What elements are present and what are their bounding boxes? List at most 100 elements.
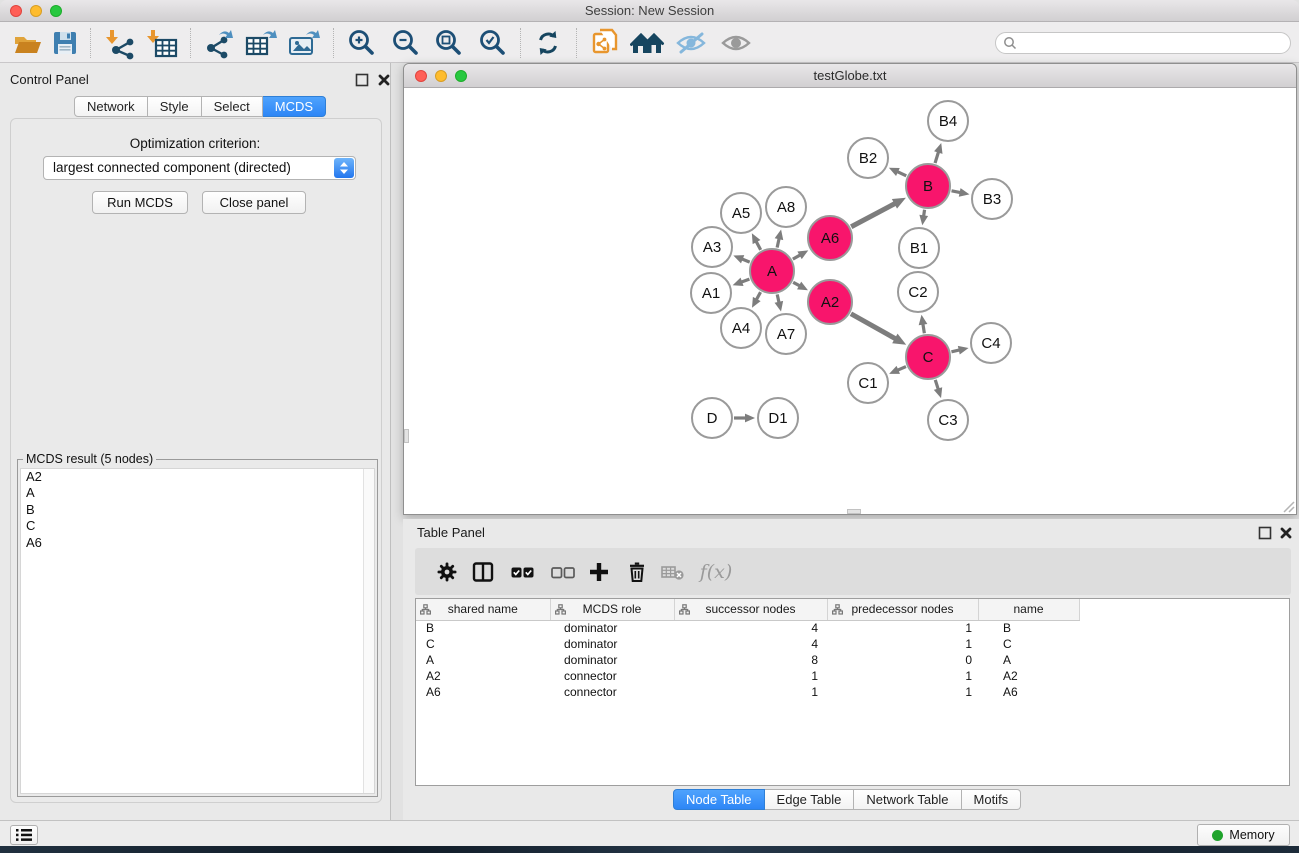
table-cell[interactable]: dominator — [550, 620, 674, 636]
function-builder-icon[interactable]: f(x) — [696, 559, 736, 585]
export-network-icon[interactable] — [200, 26, 236, 60]
mcds-result-list[interactable]: A2ABCA6 — [20, 468, 375, 794]
tab-network-table[interactable]: Network Table — [854, 789, 961, 810]
open-session-icon[interactable] — [8, 26, 44, 60]
table-cell[interactable]: connector — [550, 684, 674, 700]
search-input[interactable] — [1021, 35, 1290, 51]
graph-node-label: B4 — [939, 113, 957, 130]
tab-motifs[interactable]: Motifs — [962, 789, 1022, 810]
list-item[interactable]: C — [21, 518, 374, 534]
column-header-predecessor-nodes[interactable]: predecessor nodes — [827, 599, 978, 620]
float-table-panel-icon[interactable] — [1258, 526, 1273, 541]
left-splitter-handle[interactable] — [404, 429, 409, 443]
table-cell[interactable]: dominator — [550, 636, 674, 652]
run-mcds-button[interactable]: Run MCDS — [92, 191, 188, 214]
list-item[interactable]: B — [21, 502, 374, 518]
network-canvas[interactable]: B4B2BB3B1A5A8A6A3AA1A2A4A7C2C4CC1C3DD1 — [404, 88, 1296, 515]
table-cell[interactable]: A2 — [978, 668, 1079, 684]
column-header-successor-nodes[interactable]: successor nodes — [674, 599, 827, 620]
float-panel-icon[interactable] — [355, 73, 370, 88]
refresh-icon[interactable] — [530, 26, 566, 60]
list-item[interactable]: A2 — [21, 469, 374, 485]
table-cell[interactable]: 1 — [827, 668, 978, 684]
delete-table-icon[interactable] — [660, 559, 686, 585]
close-table-panel-icon[interactable] — [1279, 526, 1294, 541]
table-cell[interactable]: A2 — [416, 668, 550, 684]
zoom-fit-icon[interactable] — [430, 26, 466, 60]
show-eye-icon[interactable] — [718, 26, 754, 60]
table-cell[interactable]: A — [416, 652, 550, 668]
save-session-icon[interactable] — [47, 26, 83, 60]
table-row[interactable]: A6connector11A6 — [416, 684, 1289, 700]
table-cell[interactable]: B — [416, 620, 550, 636]
log-console-button[interactable] — [10, 825, 38, 845]
close-panel-icon[interactable] — [377, 73, 392, 88]
table-cell[interactable]: A6 — [416, 684, 550, 700]
table-cell[interactable]: 1 — [674, 668, 827, 684]
table-cell[interactable]: A6 — [978, 684, 1079, 700]
table-cell[interactable]: C — [416, 636, 550, 652]
zoom-selected-icon[interactable] — [474, 26, 510, 60]
table-cell[interactable]: dominator — [550, 652, 674, 668]
import-network-icon[interactable] — [103, 26, 139, 60]
table-cell[interactable]: 1 — [827, 684, 978, 700]
optimization-criterion-label: Optimization criterion: — [0, 136, 390, 151]
delete-column-icon[interactable] — [624, 559, 650, 585]
window-title: Session: New Session — [0, 3, 1299, 18]
zoom-in-icon[interactable] — [343, 26, 379, 60]
home-icon[interactable] — [630, 26, 666, 60]
list-scrollbar[interactable] — [363, 469, 374, 793]
table-cell[interactable]: 8 — [674, 652, 827, 668]
zoom-out-icon[interactable] — [387, 26, 423, 60]
close-panel-button[interactable]: Close panel — [202, 191, 306, 214]
graph-node-label: A3 — [703, 239, 721, 256]
tab-edge-table[interactable]: Edge Table — [765, 789, 855, 810]
tab-network[interactable]: Network — [74, 96, 148, 117]
tab-node-table[interactable]: Node Table — [673, 789, 765, 810]
tab-mcds[interactable]: MCDS — [263, 96, 326, 117]
new-network-from-selection-icon[interactable] — [587, 26, 623, 60]
table-cell[interactable]: connector — [550, 668, 674, 684]
add-column-icon[interactable] — [586, 559, 612, 585]
list-item[interactable]: A6 — [21, 535, 374, 551]
table-cell[interactable]: 4 — [674, 636, 827, 652]
column-header-MCDS-role[interactable]: MCDS role — [550, 599, 674, 620]
hide-eye-icon[interactable] — [673, 26, 709, 60]
table-row[interactable]: Bdominator41B — [416, 620, 1289, 636]
table-cell[interactable]: A — [978, 652, 1079, 668]
bottom-splitter-handle[interactable] — [847, 509, 861, 514]
export-table-icon[interactable] — [242, 26, 278, 60]
list-item[interactable]: A — [21, 485, 374, 501]
deselect-all-icon[interactable] — [550, 559, 576, 585]
table-cell[interactable]: 0 — [827, 652, 978, 668]
table-cell[interactable]: 1 — [827, 620, 978, 636]
table-row[interactable]: Adominator80A — [416, 652, 1289, 668]
select-stepper-icon — [334, 158, 354, 178]
table-cell[interactable]: 1 — [674, 684, 827, 700]
show-column-icon[interactable] — [470, 559, 496, 585]
optimization-criterion-select[interactable]: largest connected component (directed) — [43, 156, 356, 180]
table-cell[interactable]: B — [978, 620, 1079, 636]
table-cell-filler — [1079, 684, 1289, 700]
select-all-icon[interactable] — [510, 559, 536, 585]
column-header-shared-name[interactable]: shared name — [416, 599, 550, 620]
export-image-icon[interactable] — [285, 26, 321, 60]
graph-edge-A6-B[interactable] — [851, 203, 896, 227]
search-box[interactable] — [995, 32, 1291, 54]
import-table-icon[interactable] — [145, 26, 181, 60]
node-table: shared nameMCDS rolesuccessor nodesprede… — [415, 598, 1290, 786]
graph-edge-A2-C[interactable] — [851, 314, 897, 340]
column-header-name[interactable]: name — [978, 599, 1079, 620]
memory-button[interactable]: Memory — [1197, 824, 1290, 846]
table-cell[interactable]: 4 — [674, 620, 827, 636]
tab-style[interactable]: Style — [148, 96, 202, 117]
table-row[interactable]: Cdominator41C — [416, 636, 1289, 652]
table-cell[interactable]: C — [978, 636, 1079, 652]
table-options-icon[interactable] — [434, 559, 460, 585]
table-cell[interactable]: 1 — [827, 636, 978, 652]
graph-node-label: C3 — [938, 412, 957, 429]
table-row[interactable]: A2connector11A2 — [416, 668, 1289, 684]
network-window-titlebar[interactable]: testGlobe.txt — [404, 64, 1296, 88]
resize-grip-icon[interactable] — [1281, 499, 1295, 513]
tab-select[interactable]: Select — [202, 96, 263, 117]
